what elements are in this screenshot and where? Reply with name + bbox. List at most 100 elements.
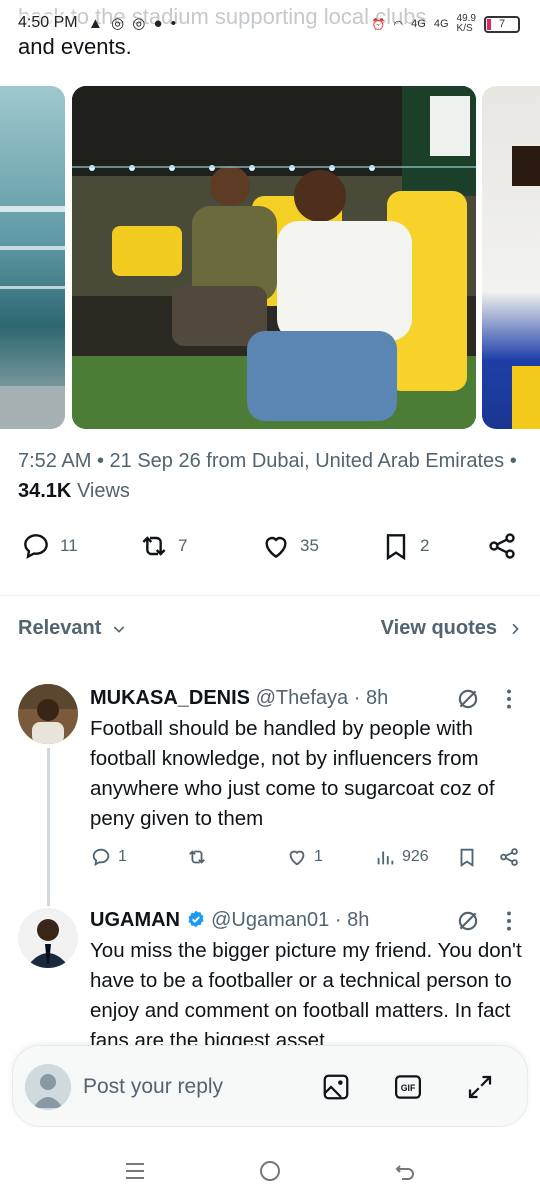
repost-count: 7 — [178, 536, 188, 555]
separator-dot: · — [334, 909, 342, 931]
vip-box-image — [72, 86, 476, 429]
repost-icon — [142, 536, 166, 556]
more-options-button[interactable] — [503, 686, 515, 712]
verified-badge-icon — [188, 910, 204, 928]
avatar[interactable] — [18, 684, 78, 744]
back-button[interactable] — [385, 1156, 425, 1186]
photo-next[interactable] — [482, 86, 540, 429]
reply-button[interactable]: 11 — [20, 530, 78, 562]
my-avatar — [25, 1064, 71, 1110]
avatar[interactable] — [18, 908, 78, 968]
repost-icon — [189, 850, 205, 864]
divider — [0, 595, 540, 596]
battery-level: 7 — [498, 17, 506, 30]
tweet-views-label[interactable]: Views — [77, 480, 130, 502]
reply-like-count: 1 — [314, 848, 323, 865]
menu-lines-icon — [126, 1163, 144, 1179]
reply-actions: 1 1 926 — [90, 846, 530, 876]
reply-time: 8h — [347, 909, 370, 931]
reply-author-handle[interactable]: @Thefaya — [256, 687, 349, 709]
avatar-image — [18, 684, 78, 744]
network-1-label: 4G — [411, 18, 426, 30]
grok-icon — [458, 689, 478, 709]
photo-previous[interactable] — [0, 86, 65, 429]
reply-like-button[interactable]: 1 — [286, 846, 323, 868]
reply-icon — [24, 534, 48, 559]
reply-time: 8h — [365, 687, 389, 709]
bookmark-count: 2 — [420, 536, 430, 555]
tweet-meta: 7:52 AM • 21 Sep 26 from Dubai, United A… — [18, 450, 517, 502]
alarm-icon: ⏰ — [371, 18, 386, 31]
reply-bookmark-button[interactable] — [456, 846, 478, 868]
battery-icon: 7 — [484, 15, 520, 33]
wifi-icon: ◠ — [393, 18, 404, 31]
status-time: 4:50 PM — [18, 14, 78, 32]
reply-input[interactable] — [83, 1068, 303, 1106]
reply-share-button[interactable] — [498, 846, 520, 868]
reply-views-button[interactable]: 926 — [374, 846, 429, 868]
repost-button[interactable]: 7 — [138, 530, 187, 562]
expand-icon — [468, 1075, 492, 1099]
tweet-time: 7:52 AM — [18, 450, 92, 472]
bookmark-button[interactable]: 2 — [380, 530, 429, 562]
tweet-location: from Dubai, United Arab Emirates — [206, 450, 505, 472]
add-gif-button[interactable]: GIF — [391, 1070, 425, 1104]
avatar-image — [18, 908, 78, 968]
reply-item[interactable]: MUKASA_DENIS @Thefaya · 8h Football shou… — [18, 684, 530, 906]
home-circle-icon — [260, 1161, 280, 1181]
gif-icon: GIF — [395, 1075, 421, 1099]
reply-repost-button[interactable] — [186, 846, 208, 868]
sort-dropdown[interactable]: Relevant — [18, 617, 127, 640]
reply-view-count: 926 — [402, 848, 429, 865]
reply-item[interactable]: UGAMAN @Ugaman01 · 8h You miss the bigge… — [18, 906, 528, 1046]
expand-composer-button[interactable] — [463, 1070, 497, 1104]
stadium-seats-image — [0, 206, 65, 429]
grok-button[interactable] — [455, 908, 481, 934]
status-bar: back to the stadium supporting local clu… — [0, 0, 540, 59]
more-vertical-icon — [507, 689, 511, 709]
image-icon — [323, 1074, 349, 1100]
notification-icons: ▲ ◎ ◎ ● • — [88, 15, 179, 32]
reply-author-name[interactable]: MUKASA_DENIS — [90, 687, 250, 709]
reply-reply-count: 1 — [118, 848, 127, 865]
add-image-button[interactable] — [319, 1070, 353, 1104]
home-button[interactable] — [250, 1156, 290, 1186]
reply-author-name[interactable]: UGAMAN — [90, 909, 180, 931]
photo-main[interactable] — [72, 86, 476, 429]
view-quotes-link[interactable]: View quotes — [381, 617, 523, 640]
person-partial-image — [512, 146, 540, 429]
status-right: ⏰ ◠ 4G 4G 49.9 K/S 7 — [372, 14, 520, 34]
heart-icon — [289, 850, 305, 866]
like-button[interactable]: 35 — [260, 530, 319, 562]
like-count: 35 — [300, 536, 319, 555]
back-arrow-icon — [395, 1165, 414, 1180]
media-gallery[interactable] — [0, 86, 540, 429]
share-button[interactable] — [486, 530, 518, 562]
svg-text:GIF: GIF — [401, 1083, 416, 1093]
sort-label: Relevant — [18, 617, 102, 639]
tweet-date: 21 Sep 26 — [109, 450, 201, 472]
reply-author-handle[interactable]: @Ugaman01 — [211, 909, 329, 931]
more-vertical-icon — [507, 911, 511, 931]
more-options-button[interactable] — [503, 908, 515, 934]
reply-text: Football should be handled by people wit… — [90, 717, 495, 830]
reply-composer: GIF — [12, 1045, 528, 1127]
view-quotes-label: View quotes — [380, 617, 497, 639]
tweet-text-line: and events. — [18, 34, 132, 59]
bookmark-icon — [386, 534, 406, 561]
network-2-label: 4G — [433, 18, 449, 30]
share-icon — [500, 848, 518, 866]
grok-button[interactable] — [455, 686, 481, 712]
reply-reply-button[interactable]: 1 — [90, 846, 127, 868]
system-nav-bar — [0, 1140, 540, 1200]
reply-icon — [92, 848, 110, 867]
chevron-right-icon — [512, 623, 519, 634]
recent-apps-button[interactable] — [115, 1156, 155, 1186]
thread-line — [47, 748, 50, 906]
tweet-views-count: 34.1K — [18, 480, 72, 502]
chevron-down-icon — [114, 625, 125, 633]
tweet-actions: 11 7 35 2 — [20, 530, 525, 570]
battery-fill — [487, 18, 491, 30]
network-speed-unit: K/S — [456, 23, 473, 34]
views-chart-icon — [377, 851, 394, 865]
